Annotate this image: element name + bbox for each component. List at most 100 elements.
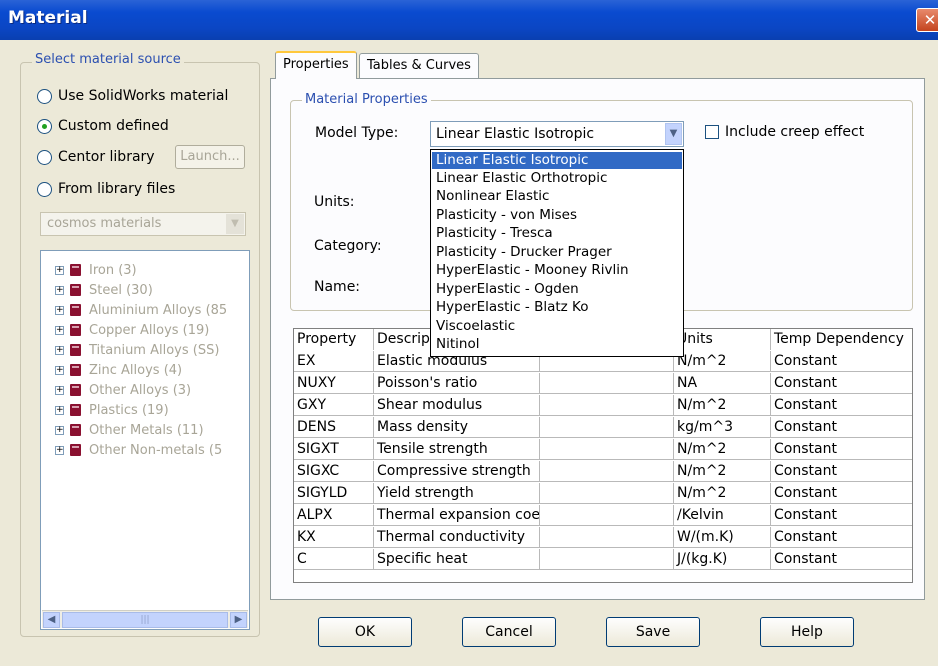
table-cell[interactable]: N/m^2 <box>674 351 771 372</box>
table-cell[interactable]: GXY <box>294 395 374 416</box>
table-row[interactable]: ALPX Thermal expansion coe /Kelvin Const… <box>294 505 912 526</box>
table-cell[interactable]: NUXY <box>294 373 374 394</box>
properties-table[interactable]: Property Descrip Units Temp Dependency E… <box>293 328 913 583</box>
table-cell[interactable]: Constant <box>771 373 912 394</box>
table-cell[interactable]: W/(m.K) <box>674 527 771 548</box>
table-row[interactable]: SIGYLD Yield strength N/m^2 Constant <box>294 483 912 504</box>
dropdown-option[interactable]: Plasticity - von Mises <box>432 207 682 224</box>
expand-icon[interactable]: + <box>55 405 64 415</box>
table-cell[interactable]: NA <box>674 373 771 394</box>
table-cell[interactable] <box>540 483 674 504</box>
dropdown-option[interactable]: Linear Elastic Isotropic <box>432 152 682 169</box>
table-row[interactable]: NUXY Poisson's ratio NA Constant <box>294 373 912 394</box>
expand-icon[interactable]: + <box>55 305 64 315</box>
horizontal-scrollbar[interactable]: ◀ ||| ▶ <box>42 610 248 628</box>
expand-icon[interactable]: + <box>55 345 64 355</box>
scroll-thumb[interactable]: ||| <box>62 612 228 628</box>
table-cell[interactable]: EX <box>294 351 374 372</box>
cancel-button[interactable]: Cancel <box>462 617 556 647</box>
table-cell[interactable]: Constant <box>771 417 912 438</box>
table-cell[interactable]: kg/m^3 <box>674 417 771 438</box>
radio-library-files[interactable]: From library files <box>37 181 175 197</box>
table-cell[interactable]: Mass density <box>374 417 540 438</box>
table-row[interactable]: SIGXT Tensile strength N/m^2 Constant <box>294 439 912 460</box>
table-cell[interactable]: J/(kg.K) <box>674 549 771 570</box>
table-cell[interactable]: DENS <box>294 417 374 438</box>
tree-item[interactable]: + Titanium Alloys (SS) <box>55 340 219 360</box>
table-row[interactable]: SIGXC Compressive strength N/m^2 Constan… <box>294 461 912 482</box>
tree-item[interactable]: + Other Non-metals (5 <box>55 440 222 460</box>
table-cell[interactable]: Constant <box>771 395 912 416</box>
table-cell[interactable]: /Kelvin <box>674 505 771 526</box>
material-tree[interactable]: + Iron (3) + Steel (30) + Aluminium Alloys … <box>40 250 250 630</box>
expand-icon[interactable]: + <box>55 265 64 275</box>
tree-item[interactable]: + Aluminium Alloys (85 <box>55 300 227 320</box>
table-row[interactable]: GXY Shear modulus N/m^2 Constant <box>294 395 912 416</box>
close-button[interactable]: ✕ <box>916 8 938 32</box>
radio-icon[interactable] <box>37 88 52 104</box>
launch-button[interactable]: Launch... <box>175 145 245 169</box>
table-cell[interactable]: Poisson's ratio <box>374 373 540 394</box>
column-header[interactable]: Units <box>674 329 771 350</box>
table-cell[interactable]: Specific heat <box>374 549 540 570</box>
expand-icon[interactable]: + <box>55 385 64 395</box>
table-cell[interactable]: Constant <box>771 439 912 460</box>
radio-solidworks[interactable]: Use SolidWorks material <box>37 88 228 104</box>
table-cell[interactable] <box>540 395 674 416</box>
dropdown-option[interactable]: HyperElastic - Mooney Rivlin <box>432 262 682 279</box>
column-header[interactable]: Property <box>294 329 374 350</box>
tree-item[interactable]: + Steel (30) <box>55 280 153 300</box>
dropdown-option[interactable]: Linear Elastic Orthotropic <box>432 170 682 187</box>
table-row[interactable]: C Specific heat J/(kg.K) Constant <box>294 549 912 570</box>
chevron-down-icon[interactable]: ▼ <box>226 214 244 234</box>
creep-checkbox[interactable]: Include creep effect <box>705 124 864 140</box>
dropdown-option[interactable]: HyperElastic - Blatz Ko <box>432 299 682 316</box>
table-cell[interactable]: Tensile strength <box>374 439 540 460</box>
table-cell[interactable] <box>540 439 674 460</box>
dropdown-option[interactable]: Viscoelastic <box>432 318 682 335</box>
expand-icon[interactable]: + <box>55 365 64 375</box>
table-cell[interactable]: N/m^2 <box>674 439 771 460</box>
radio-centor[interactable]: Centor library <box>37 149 155 165</box>
table-cell[interactable]: N/m^2 <box>674 461 771 482</box>
save-button[interactable]: Save <box>606 617 700 647</box>
tab-tables-curves[interactable]: Tables & Curves <box>359 53 479 79</box>
table-cell[interactable]: Constant <box>771 461 912 482</box>
checkbox-icon[interactable] <box>705 125 719 139</box>
table-cell[interactable]: Compressive strength <box>374 461 540 482</box>
table-cell[interactable] <box>540 417 674 438</box>
model-type-select[interactable]: Linear Elastic Isotropic ▼ <box>430 121 684 147</box>
model-type-dropdown[interactable]: Linear Elastic Isotropic Linear Elastic … <box>430 149 684 357</box>
table-cell[interactable] <box>540 461 674 482</box>
table-cell[interactable]: ALPX <box>294 505 374 526</box>
table-row[interactable]: KX Thermal conductivity W/(m.K) Constant <box>294 527 912 548</box>
ok-button[interactable]: OK <box>318 617 412 647</box>
table-cell[interactable]: Yield strength <box>374 483 540 504</box>
table-cell[interactable]: KX <box>294 527 374 548</box>
expand-icon[interactable]: + <box>55 445 64 455</box>
chevron-down-icon[interactable]: ▼ <box>665 123 682 145</box>
table-cell[interactable] <box>540 505 674 526</box>
tab-properties[interactable]: Properties <box>275 51 357 79</box>
table-cell[interactable] <box>540 527 674 548</box>
tree-item[interactable]: + Zinc Alloys (4) <box>55 360 182 380</box>
radio-icon[interactable] <box>37 149 52 165</box>
tree-item[interactable]: + Iron (3) <box>55 260 137 280</box>
tree-item[interactable]: + Copper Alloys (19) <box>55 320 209 340</box>
dropdown-option[interactable]: Nitinol <box>432 336 682 353</box>
table-cell[interactable]: SIGXC <box>294 461 374 482</box>
expand-icon[interactable]: + <box>55 325 64 335</box>
dropdown-option[interactable]: Plasticity - Drucker Prager <box>432 244 682 261</box>
tree-item[interactable]: + Other Alloys (3) <box>55 380 191 400</box>
table-cell[interactable]: Constant <box>771 527 912 548</box>
radio-custom[interactable]: Custom defined <box>37 118 169 134</box>
table-cell[interactable] <box>540 373 674 394</box>
help-button[interactable]: Help <box>760 617 854 647</box>
library-select[interactable]: cosmos materials ▼ <box>40 212 246 236</box>
dropdown-option[interactable]: Plasticity - Tresca <box>432 225 682 242</box>
expand-icon[interactable]: + <box>55 425 64 435</box>
table-cell[interactable]: Thermal expansion coe <box>374 505 540 526</box>
table-cell[interactable]: Thermal conductivity <box>374 527 540 548</box>
column-header[interactable]: Temp Dependency <box>771 329 912 350</box>
table-cell[interactable]: Constant <box>771 549 912 570</box>
